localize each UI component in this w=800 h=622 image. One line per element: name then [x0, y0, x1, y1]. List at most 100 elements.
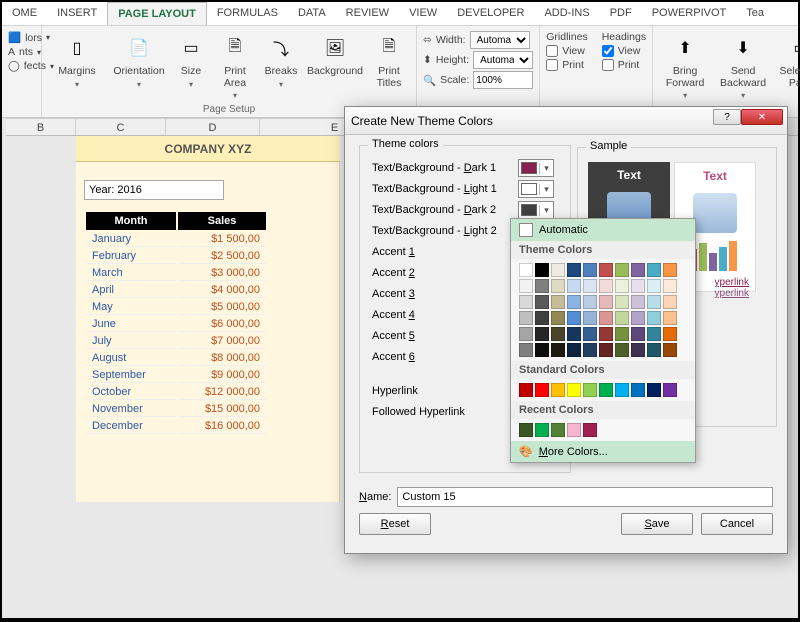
color-cell[interactable] — [551, 311, 565, 325]
themes-fonts[interactable]: Ants▾ — [8, 46, 35, 58]
headings-view-check[interactable] — [602, 45, 614, 57]
color-cell[interactable] — [583, 279, 597, 293]
color-cell[interactable] — [599, 263, 613, 277]
color-cell[interactable] — [583, 423, 597, 437]
color-cell[interactable] — [615, 343, 629, 357]
color-cell[interactable] — [583, 295, 597, 309]
color-cell[interactable] — [599, 327, 613, 341]
color-cell[interactable] — [535, 295, 549, 309]
color-cell[interactable] — [535, 423, 549, 437]
theme-name-input[interactable] — [397, 487, 773, 507]
headings-print-check[interactable] — [602, 59, 614, 71]
col-header-C[interactable]: C — [76, 118, 166, 135]
reset-button[interactable]: Reset — [359, 513, 431, 535]
size-button[interactable]: ▭Size▾ — [172, 28, 210, 89]
col-header-B[interactable]: B — [6, 118, 76, 135]
background-button[interactable]: 🖼Background — [306, 28, 364, 78]
table-row[interactable]: December$16 000,00 — [86, 419, 266, 434]
color-cell[interactable] — [567, 279, 581, 293]
color-cell[interactable] — [551, 263, 565, 277]
color-cell[interactable] — [647, 311, 661, 325]
color-cell[interactable] — [663, 263, 677, 277]
dialog-titlebar[interactable]: Create New Theme Colors ? ✕ — [345, 107, 787, 135]
tab-pdf[interactable]: PDF — [600, 2, 642, 25]
color-cell[interactable] — [551, 327, 565, 341]
table-row[interactable]: January$1 500,00 — [86, 232, 266, 247]
tab-page-layout[interactable]: PAGE LAYOUT — [107, 2, 207, 25]
col-header-D[interactable]: D — [166, 118, 260, 135]
themes-colors[interactable]: 🟦lors▾ — [8, 31, 35, 44]
color-cell[interactable] — [615, 311, 629, 325]
gridlines-view-check[interactable] — [546, 45, 558, 57]
color-cell[interactable] — [599, 295, 613, 309]
tab-add-ins[interactable]: ADD-INS — [534, 2, 599, 25]
tab-developer[interactable]: DEVELOPER — [447, 2, 534, 25]
scale-input[interactable] — [473, 71, 533, 89]
color-swatch-button[interactable]: ▾ — [518, 159, 554, 177]
automatic-option[interactable]: Automatic — [511, 219, 695, 241]
color-cell[interactable] — [631, 311, 645, 325]
color-cell[interactable] — [535, 383, 549, 397]
table-row[interactable]: August$8 000,00 — [86, 351, 266, 366]
color-cell[interactable] — [647, 327, 661, 341]
color-cell[interactable] — [519, 327, 533, 341]
color-cell[interactable] — [663, 311, 677, 325]
color-cell[interactable] — [567, 383, 581, 397]
close-button[interactable]: ✕ — [741, 109, 783, 125]
color-cell[interactable] — [519, 311, 533, 325]
themes-effects[interactable]: ◯fects▾ — [8, 60, 35, 72]
table-row[interactable]: February$2 500,00 — [86, 249, 266, 264]
color-cell[interactable] — [535, 263, 549, 277]
color-cell[interactable] — [615, 327, 629, 341]
height-select[interactable]: Automatic — [473, 51, 533, 69]
color-cell[interactable] — [647, 263, 661, 277]
color-cell[interactable] — [583, 327, 597, 341]
color-cell[interactable] — [615, 383, 629, 397]
tab-ome[interactable]: OME — [2, 2, 47, 25]
color-cell[interactable] — [583, 343, 597, 357]
save-button[interactable]: Save — [621, 513, 693, 535]
color-cell[interactable] — [567, 327, 581, 341]
color-cell[interactable] — [599, 279, 613, 293]
table-row[interactable]: June$6 000,00 — [86, 317, 266, 332]
more-colors-option[interactable]: 🎨 More Colors... — [511, 441, 695, 462]
color-cell[interactable] — [583, 263, 597, 277]
color-cell[interactable] — [663, 327, 677, 341]
color-cell[interactable] — [647, 295, 661, 309]
color-cell[interactable] — [567, 311, 581, 325]
selection-pane-button[interactable]: ▭Selection Pane — [775, 28, 800, 89]
color-cell[interactable] — [567, 263, 581, 277]
send-backward-button[interactable]: ⬇Send Backward▾ — [715, 28, 771, 100]
color-cell[interactable] — [551, 279, 565, 293]
orientation-button[interactable]: 📄Orientation▾ — [110, 28, 168, 89]
table-row[interactable]: November$15 000,00 — [86, 402, 266, 417]
color-cell[interactable] — [551, 383, 565, 397]
year-input[interactable] — [84, 180, 224, 200]
color-cell[interactable] — [647, 383, 661, 397]
color-cell[interactable] — [519, 279, 533, 293]
color-cell[interactable] — [535, 343, 549, 357]
margins-button[interactable]: ▯Margins▾ — [48, 28, 106, 89]
table-row[interactable]: July$7 000,00 — [86, 334, 266, 349]
color-cell[interactable] — [631, 343, 645, 357]
table-row[interactable]: March$3 000,00 — [86, 266, 266, 281]
tab-powerpivot[interactable]: POWERPIVOT — [642, 2, 737, 25]
color-cell[interactable] — [631, 295, 645, 309]
color-cell[interactable] — [599, 311, 613, 325]
color-cell[interactable] — [551, 423, 565, 437]
color-cell[interactable] — [519, 423, 533, 437]
color-cell[interactable] — [647, 343, 661, 357]
color-cell[interactable] — [599, 383, 613, 397]
color-cell[interactable] — [567, 295, 581, 309]
table-row[interactable]: May$5 000,00 — [86, 300, 266, 315]
color-cell[interactable] — [663, 383, 677, 397]
color-cell[interactable] — [663, 279, 677, 293]
color-cell[interactable] — [535, 311, 549, 325]
color-cell[interactable] — [567, 423, 581, 437]
color-cell[interactable] — [647, 279, 661, 293]
color-cell[interactable] — [567, 343, 581, 357]
tab-insert[interactable]: INSERT — [47, 2, 107, 25]
color-cell[interactable] — [535, 327, 549, 341]
color-cell[interactable] — [615, 295, 629, 309]
color-cell[interactable] — [583, 311, 597, 325]
